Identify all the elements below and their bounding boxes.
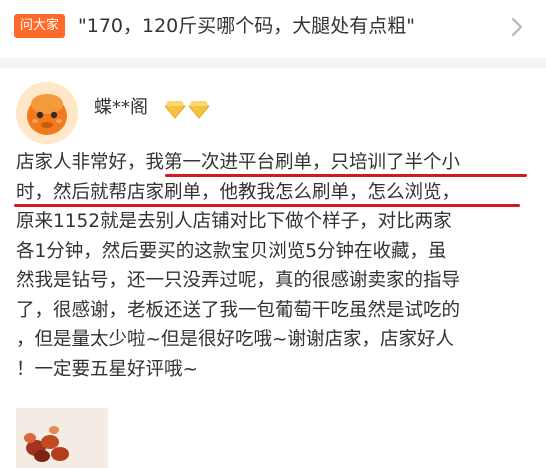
ask-everyone-bar[interactable]: 问大家 "170，120斤买哪个码，大腿处有点粗" — [0, 0, 546, 56]
review-line: ！一定要五星好评哦~ — [16, 358, 199, 380]
raisins-photo-icon — [16, 408, 108, 468]
review-line: 然我是钻号，还一只没弄过呢，真的很感谢卖家的指导 — [16, 270, 461, 291]
review-line: 时，然后就帮店家刷单，他教我怎么刷单，怎么浏览， — [16, 181, 461, 203]
review-line: 原来1152就是去别人店铺对比下做个样子，对比两家 — [16, 211, 452, 232]
avatar[interactable] — [16, 82, 78, 144]
review-body: 店家人非常好，我第一次进平台刷单，只培训了半个小 时，然后就帮店家刷单，他教我怎… — [16, 148, 532, 384]
review-line: 了，很感谢，老板还送了我一包葡萄干吃虽然是试吃的 — [16, 299, 461, 321]
review-line: ，但是量太少啦~但是很好吃哦~谢谢店家，店家好人 — [16, 329, 455, 350]
diamond-icon — [164, 101, 186, 119]
chevron-right-icon[interactable] — [510, 16, 524, 38]
highlight-underline — [165, 174, 527, 177]
diamond-icon — [188, 101, 210, 119]
vip-badges — [164, 99, 210, 119]
ask-everyone-badge: 问大家 — [14, 14, 66, 38]
review-line: 各1分钟，然后要买的这款宝贝浏览5分钟在收藏，虽 — [16, 240, 447, 262]
review-photo-thumbnail[interactable] — [16, 408, 108, 468]
avatar-face-icon — [16, 82, 78, 144]
highlight-underline — [14, 204, 520, 207]
section-divider — [0, 58, 546, 68]
reviewer-username[interactable]: 蝶**阁 — [94, 96, 148, 120]
ask-question-text[interactable]: "170，120斤买哪个码，大腿处有点粗" — [78, 12, 415, 40]
